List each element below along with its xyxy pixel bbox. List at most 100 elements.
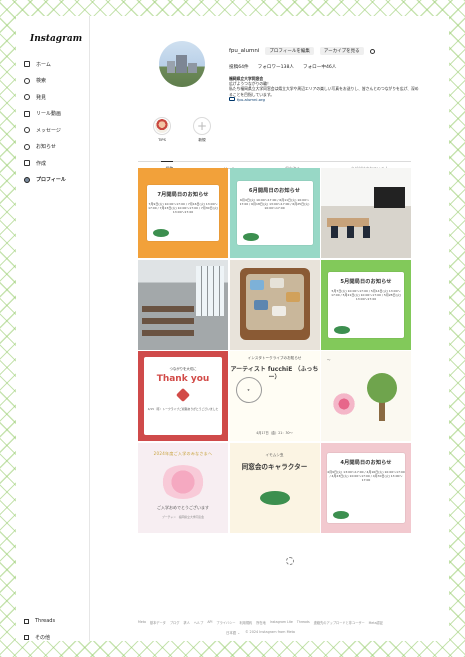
notice-title: 4月開局日のお知らせ bbox=[340, 459, 392, 466]
menu-icon bbox=[24, 635, 29, 640]
gear-icon[interactable] bbox=[369, 48, 375, 54]
post-tile[interactable]: 7月開局日のお知らせ 7月9日(火) 10:00〜17:00 / 7月16日(火… bbox=[138, 168, 228, 258]
footer-link[interactable]: Meta bbox=[138, 620, 146, 625]
package bbox=[271, 305, 286, 316]
edit-profile-button[interactable]: プロフィールを編集 bbox=[265, 47, 314, 55]
footer-link[interactable]: Meta認証 bbox=[369, 620, 383, 625]
post-tile[interactable]: 6月開局日のお知らせ 6月4日(火) 10:00〜17:00 / 6月11日(火… bbox=[229, 168, 320, 258]
package bbox=[249, 279, 264, 290]
bio-link[interactable]: fpu-alumni.org bbox=[229, 97, 419, 102]
sidebar-item-notifications[interactable]: お知らせ bbox=[24, 139, 66, 156]
welcome-sign: ブーチャン 福岡県立大学同窓会 bbox=[162, 514, 204, 519]
sidebar-item-profile[interactable]: プロフィール bbox=[24, 172, 66, 189]
illustration-caption: ～ bbox=[327, 358, 331, 362]
following-count[interactable]: フォロー中46人 bbox=[303, 64, 336, 70]
sidebar-item-more[interactable]: その他 bbox=[24, 634, 50, 641]
footer-link[interactable]: ヘルプ bbox=[194, 620, 204, 625]
live-announcement: インスタトークライブのお知らせ アーティスト fucchiE （ふっちー） ♥ … bbox=[229, 351, 320, 441]
profile-username-row: fpu_alumni プロフィールを編集 アーカイブを見る bbox=[229, 47, 375, 55]
post-tile[interactable]: 4月開局日のお知らせ 4月9日(火) 13:00〜17:00 / 4月16日(火… bbox=[321, 442, 411, 533]
footer-link[interactable]: Threads bbox=[297, 620, 310, 625]
mascot-image bbox=[333, 510, 349, 519]
highlight-label: 新規 bbox=[198, 138, 206, 142]
welcome-title: 2024年度ご入学のみなさまへ bbox=[153, 450, 213, 456]
highlight-tips[interactable]: TIPS bbox=[142, 117, 182, 142]
sidebar-item-search[interactable]: 検索 bbox=[24, 73, 66, 90]
sidebar-item-label: プロフィール bbox=[36, 177, 66, 184]
highlight-ring: + bbox=[193, 117, 211, 135]
post-tile[interactable]: 5月開局日のお知らせ 5月7日(火) 10:00〜17:00 / 5月14日(火… bbox=[321, 259, 411, 350]
notice-card: 7月開局日のお知らせ 7月9日(火) 10:00〜17:00 / 7月16日(火… bbox=[147, 185, 219, 241]
sidebar: Instagram ホーム 検索 発見 リール動画 メッセージ お知らせ 作成 … bbox=[16, 16, 90, 641]
profile-username: fpu_alumni bbox=[229, 48, 260, 54]
chair bbox=[363, 226, 370, 238]
footer-link[interactable]: Instagram Lite bbox=[270, 620, 293, 625]
mascot-image bbox=[334, 325, 350, 334]
footer-link[interactable]: プライバシー bbox=[216, 620, 235, 625]
footer-link[interactable]: ブログ bbox=[170, 620, 180, 625]
language-select[interactable]: 日本語 ⌄ bbox=[226, 630, 240, 635]
instagram-logo[interactable]: Instagram bbox=[30, 34, 82, 44]
profile-avatar[interactable] bbox=[159, 41, 205, 87]
post-tile[interactable] bbox=[138, 259, 228, 350]
sidebar-item-label: Threads bbox=[35, 618, 56, 624]
footer-language-row: 日本語 ⌄ © 2024 Instagram from Meta bbox=[226, 630, 295, 635]
sidebar-item-label: メッセージ bbox=[36, 127, 61, 134]
sidebar-item-reels[interactable]: リール動画 bbox=[24, 106, 66, 123]
followers-count[interactable]: フォロワー138人 bbox=[258, 64, 294, 70]
highlight-new[interactable]: + 新規 bbox=[182, 117, 222, 143]
avatar-building bbox=[167, 61, 175, 73]
notice-schedule: 7月9日(火) 10:00〜17:00 / 7月16日(火) 13:00〜17:… bbox=[148, 202, 218, 215]
post-tile[interactable]: ～ bbox=[321, 351, 411, 441]
package bbox=[253, 299, 268, 310]
live-header: インスタトークライブのお知らせ bbox=[247, 356, 302, 360]
notice-title: 6月開局日のお知らせ bbox=[248, 188, 301, 194]
chair bbox=[331, 226, 338, 238]
chair bbox=[347, 226, 354, 238]
sidebar-item-explore[interactable]: 発見 bbox=[24, 89, 66, 106]
profile-bio: 福岡県立大学同窓会 広げようつながりの輪！ 私たち福岡県立大学同窓会は県立大学や… bbox=[229, 76, 419, 102]
heart-icon bbox=[24, 143, 30, 150]
notice-schedule: 6月4日(火) 10:00〜17:00 / 6月11日(火) 10:00〜17:… bbox=[239, 198, 310, 211]
avatar-icon bbox=[24, 176, 30, 183]
thank-you-top: つながりを大切に bbox=[169, 367, 197, 371]
home-icon bbox=[24, 61, 30, 68]
character-title: 同窓会のキャラクター bbox=[241, 462, 308, 471]
footer-link[interactable]: 基本データ bbox=[150, 620, 166, 625]
instagram-profile-page: Instagram ホーム 検索 発見 リール動画 メッセージ お知らせ 作成 … bbox=[16, 16, 449, 641]
post-tile[interactable]: インスタトークライブのお知らせ アーティスト fucchiE （ふっちー） ♥ … bbox=[229, 351, 320, 441]
post-tile[interactable]: 2024年度ご入学のみなさまへ ご入学おめでとうございます ブーチャン 福岡県立… bbox=[138, 442, 228, 533]
sidebar-item-home[interactable]: ホーム bbox=[24, 56, 66, 73]
post-tile[interactable] bbox=[229, 259, 320, 350]
window bbox=[196, 265, 224, 316]
footer-link[interactable]: 求人 bbox=[183, 620, 189, 625]
footer-link[interactable]: API bbox=[207, 620, 212, 625]
view-archive-button[interactable]: アーカイブを見る bbox=[319, 47, 364, 55]
sakura-image bbox=[160, 464, 206, 499]
language-label: 日本語 bbox=[226, 631, 237, 635]
sidebar-item-label: その他 bbox=[35, 635, 51, 641]
plus-icon: + bbox=[196, 119, 208, 133]
post-tile[interactable]: つながりを大切に Thank you 4/15（月）トークライブご視聴ありがとう… bbox=[138, 351, 228, 441]
basket-photo bbox=[229, 259, 320, 350]
sidebar-item-threads[interactable]: Threads bbox=[24, 618, 55, 624]
sidebar-item-label: ホーム bbox=[36, 61, 51, 68]
heart-hands-image bbox=[172, 387, 194, 404]
sidebar-nav: ホーム 検索 発見 リール動画 メッセージ お知らせ 作成 プロフィール bbox=[24, 56, 66, 188]
footer-link[interactable]: 連絡先のアップロードと非ユーザー bbox=[314, 620, 365, 625]
post-tile[interactable]: イモムシ虫 同窓会のキャラクター bbox=[229, 442, 320, 533]
sidebar-item-create[interactable]: 作成 bbox=[24, 155, 66, 172]
flowers bbox=[329, 389, 359, 419]
copyright: © 2024 Instagram from Meta bbox=[245, 630, 295, 634]
sidebar-item-label: 作成 bbox=[36, 160, 47, 167]
avatar-building bbox=[176, 55, 187, 73]
character-subtitle: イモムシ虫 bbox=[265, 452, 284, 457]
post-grid: 7月開局日のお知らせ 7月9日(火) 10:00〜17:00 / 7月16日(火… bbox=[138, 168, 411, 533]
package bbox=[285, 291, 300, 302]
notice-title: 7月開局日のお知らせ bbox=[157, 192, 209, 198]
welcome-message: ご入学おめでとうございます bbox=[157, 504, 209, 510]
sidebar-item-messages[interactable]: メッセージ bbox=[24, 122, 66, 139]
footer-link[interactable]: 所在地 bbox=[256, 620, 266, 625]
footer-link[interactable]: 利用規約 bbox=[239, 620, 252, 625]
post-tile[interactable] bbox=[321, 168, 411, 258]
